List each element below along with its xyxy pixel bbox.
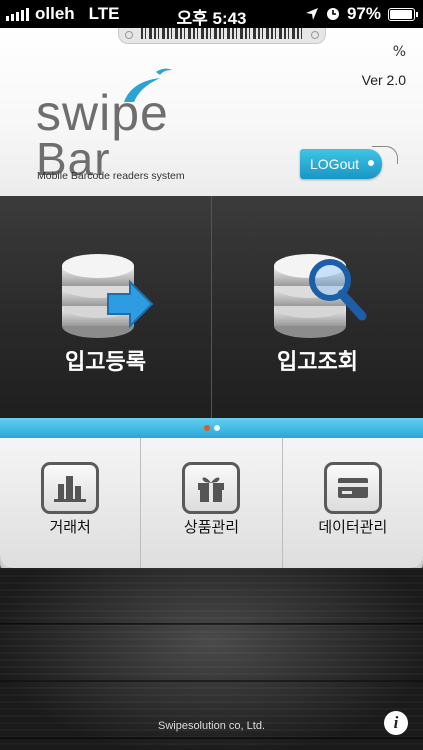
building-icon: [41, 462, 100, 514]
tab-hole-icon: [311, 31, 319, 39]
card-icon: [323, 462, 382, 514]
database-search-icon: [273, 254, 366, 338]
logo-subtitle: Mobile Barcode readers system: [37, 170, 185, 182]
menu-item-data[interactable]: 데이터관리: [281, 438, 423, 568]
tab-hole-icon: [125, 31, 133, 39]
database-arrow-icon: [61, 254, 153, 338]
version-label: Ver 2.0: [361, 72, 406, 88]
battery-percent: 97%: [346, 4, 381, 23]
percent-label: %: [392, 44, 406, 60]
logout-button[interactable]: LOGout: [300, 149, 382, 179]
logo-text-swipe: swipe: [36, 85, 169, 141]
menu-item-clients[interactable]: 거래처: [0, 438, 140, 568]
page-dot-active[interactable]: [203, 425, 210, 431]
swipebar-logo: swipe Bar: [36, 66, 216, 182]
tile-label: 입고조회: [277, 350, 358, 375]
menu-item-products[interactable]: 상품관리: [140, 438, 281, 568]
status-bar: olleh LTE 오후 5:43 97%: [0, 0, 423, 28]
menu-label: 데이터관리: [318, 518, 388, 536]
alarm-clock-icon: [326, 8, 339, 20]
logout-label: LOGout: [310, 156, 360, 172]
menu-panel: 거래처 상품관리 데이터관리: [0, 438, 423, 568]
tile-stock-in-register[interactable]: 입고등록: [0, 196, 211, 418]
main-tiles: 입고등록 입고조회: [0, 196, 423, 418]
menu-label: 거래처: [49, 518, 91, 536]
gift-icon: [182, 462, 241, 514]
tile-stock-in-search[interactable]: 입고조회: [211, 196, 423, 418]
location-arrow-icon: [305, 8, 318, 20]
info-icon[interactable]: i: [384, 711, 408, 735]
footer-copyright: Swipesolution co, Ltd.: [157, 720, 265, 732]
battery-icon: [388, 7, 418, 21]
page-indicator-bar: [0, 418, 423, 438]
tile-label: 입고등록: [65, 350, 146, 375]
page-dot[interactable]: [213, 425, 220, 431]
barcode-icon: [141, 28, 303, 39]
barcode-tab: [118, 28, 326, 44]
app-header: % Ver 2.0 swipe Bar Mobile Barcode reade…: [0, 28, 423, 196]
menu-label: 상품관리: [183, 518, 240, 536]
